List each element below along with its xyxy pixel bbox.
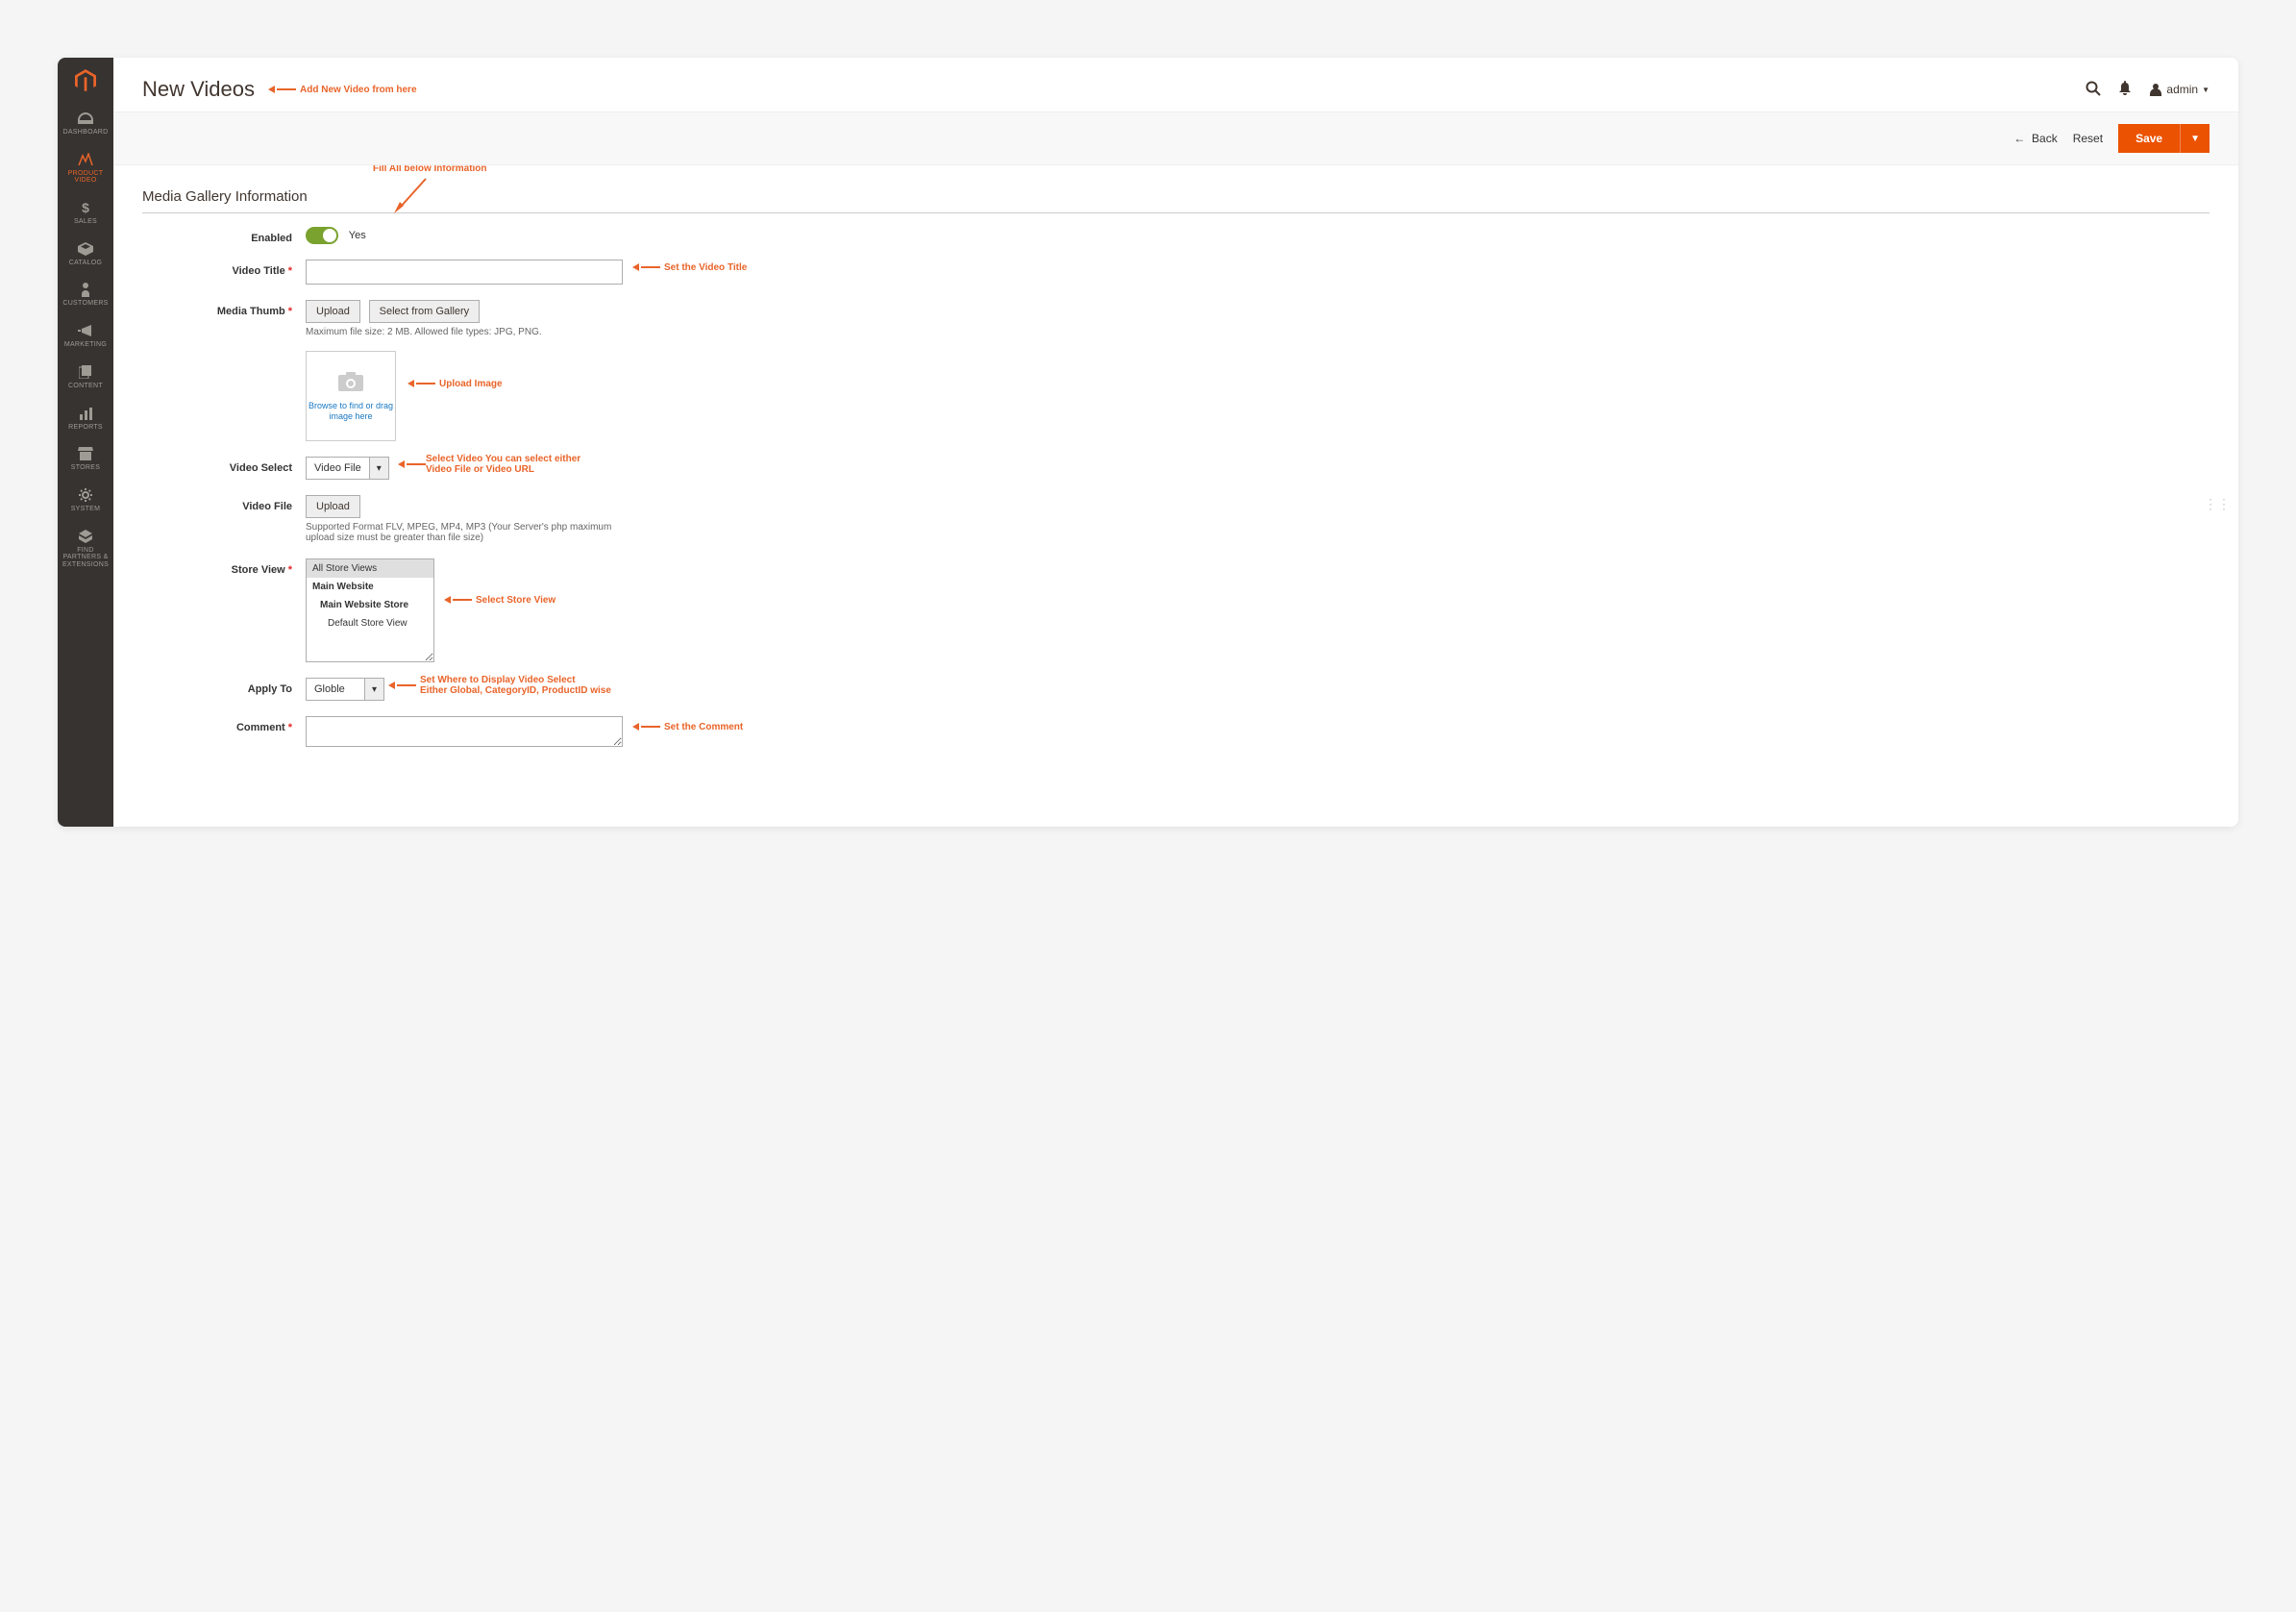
thumb-hint: Maximum file size: 2 MB. Allowed file ty… <box>306 327 542 337</box>
video-select-label: Video Select <box>142 457 306 474</box>
toolbar: ← Back Reset Save ▼ <box>113 112 2238 165</box>
store-view-option[interactable]: Main Website Store <box>307 596 433 614</box>
reset-button[interactable]: Reset <box>2073 132 2103 145</box>
gauge-icon <box>78 111 93 126</box>
media-thumb-label: Media Thumb* <box>142 300 306 317</box>
sidebar: DASHBOARD PRODUCT VIDEO $ SALES CATALOG C… <box>58 58 113 827</box>
enabled-label: Enabled <box>142 227 306 244</box>
sidebar-item-stores[interactable]: STORES <box>58 438 113 480</box>
video-select-dropdown[interactable]: Video File ▾ <box>306 457 389 480</box>
sidebar-item-content[interactable]: CONTENT <box>58 357 113 398</box>
enabled-toggle[interactable] <box>306 227 338 244</box>
upload-thumb-button[interactable]: Upload <box>306 300 360 323</box>
user-menu[interactable]: admin ▼ <box>2149 83 2210 96</box>
store-view-option[interactable]: Main Website <box>307 578 433 596</box>
form-content: ⋮⋮ Fill All below Information Media Gall… <box>113 165 2238 827</box>
apply-to-value: Globle <box>307 679 364 700</box>
store-view-option[interactable]: All Store Views <box>307 559 433 578</box>
annotation-select-video: Select Video You can select eitherVideo … <box>398 454 580 475</box>
comment-input[interactable] <box>306 716 623 747</box>
sidebar-label: REPORTS <box>68 424 103 432</box>
section-title: Media Gallery Information <box>142 175 2210 213</box>
select-from-gallery-button[interactable]: Select from Gallery <box>369 300 481 323</box>
video-title-input[interactable] <box>306 260 623 285</box>
annotation-arrow-icon <box>392 177 431 215</box>
chevron-down-icon: ▾ <box>369 458 388 479</box>
sidebar-label: DASHBOARD <box>62 129 108 136</box>
megaphone-icon <box>78 323 93 338</box>
annotation-set-title: Set the Video Title <box>632 262 747 273</box>
save-dropdown-button[interactable]: ▼ <box>2180 124 2210 153</box>
apply-to-dropdown[interactable]: Globle ▾ <box>306 678 384 701</box>
camera-icon <box>337 371 364 395</box>
sidebar-item-marketing[interactable]: MARKETING <box>58 315 113 357</box>
sidebar-label: FIND PARTNERS & EXTENSIONS <box>60 547 111 569</box>
drag-handle-icon: ⋮⋮ <box>2204 496 2231 512</box>
sidebar-label: CONTENT <box>68 383 103 390</box>
dollar-icon: $ <box>81 200 90 215</box>
sidebar-item-catalog[interactable]: CATALOG <box>58 234 113 275</box>
bar-chart-icon <box>79 406 92 421</box>
video-title-label: Video Title* <box>142 260 306 277</box>
store-view-select[interactable]: All Store Views Main Website Main Websit… <box>306 558 434 662</box>
bell-icon[interactable] <box>2118 81 2132 99</box>
user-icon <box>2149 83 2162 96</box>
video-file-hint: Supported Format FLV, MPEG, MP4, MP3 (Yo… <box>306 522 623 543</box>
annotation-store-view: Select Store View <box>444 595 555 606</box>
box-icon <box>78 241 93 257</box>
sidebar-label: STORES <box>71 464 100 472</box>
sidebar-label: CUSTOMERS <box>62 300 108 308</box>
video-file-label: Video File <box>142 495 306 512</box>
puzzle-icon <box>79 529 92 544</box>
sidebar-label: MARKETING <box>64 341 107 349</box>
page-title: New Videos <box>142 77 255 102</box>
annotation-add-new: Add New Video from here <box>268 85 417 95</box>
sidebar-item-sales[interactable]: $ SALES <box>58 192 113 234</box>
chevron-down-icon: ▼ <box>2202 86 2210 94</box>
person-icon <box>81 282 90 297</box>
store-icon <box>78 446 93 461</box>
enabled-value: Yes <box>349 230 366 241</box>
video-select-value: Video File <box>307 458 369 479</box>
sidebar-item-dashboard[interactable]: DASHBOARD <box>58 103 113 144</box>
save-button[interactable]: Save <box>2118 124 2180 153</box>
sidebar-item-partners[interactable]: FIND PARTNERS & EXTENSIONS <box>58 521 113 577</box>
sidebar-item-customers[interactable]: CUSTOMERS <box>58 274 113 315</box>
sidebar-label: SYSTEM <box>71 506 101 513</box>
sidebar-label: PRODUCT VIDEO <box>60 170 111 185</box>
dropzone-text: Browse to find or drag image here <box>307 401 395 422</box>
sidebar-label: CATALOG <box>69 260 103 267</box>
user-name: admin <box>2166 83 2198 96</box>
comment-label: Comment* <box>142 716 306 733</box>
pages-icon <box>79 364 92 380</box>
image-dropzone[interactable]: Browse to find or drag image here <box>306 351 396 441</box>
store-view-label: Store View* <box>142 558 306 576</box>
sidebar-item-product-video[interactable]: PRODUCT VIDEO <box>58 144 113 192</box>
apply-to-label: Apply To <box>142 678 306 695</box>
magento-logo-icon <box>75 69 96 95</box>
annotation-fill-below: Fill All below Information <box>373 165 487 174</box>
sidebar-item-reports[interactable]: REPORTS <box>58 398 113 439</box>
page-header: New Videos Add New Video from here admin… <box>113 58 2238 112</box>
annotation-comment: Set the Comment <box>632 722 743 732</box>
gear-icon <box>79 487 92 503</box>
product-video-icon <box>78 152 93 167</box>
upload-video-button[interactable]: Upload <box>306 495 360 518</box>
admin-frame: DASHBOARD PRODUCT VIDEO $ SALES CATALOG C… <box>58 58 2238 827</box>
sidebar-label: SALES <box>74 218 97 226</box>
annotation-upload-image: Upload Image <box>407 379 503 389</box>
annotation-apply-to: Set Where to Display Video SelectEither … <box>388 675 611 696</box>
back-button[interactable]: ← Back <box>2013 132 2057 145</box>
svg-text:$: $ <box>82 200 89 215</box>
sidebar-item-system[interactable]: SYSTEM <box>58 480 113 521</box>
chevron-down-icon: ▾ <box>364 679 383 700</box>
store-view-option[interactable]: Default Store View <box>307 614 433 632</box>
main-panel: New Videos Add New Video from here admin… <box>113 58 2238 827</box>
search-icon[interactable] <box>2086 81 2101 99</box>
